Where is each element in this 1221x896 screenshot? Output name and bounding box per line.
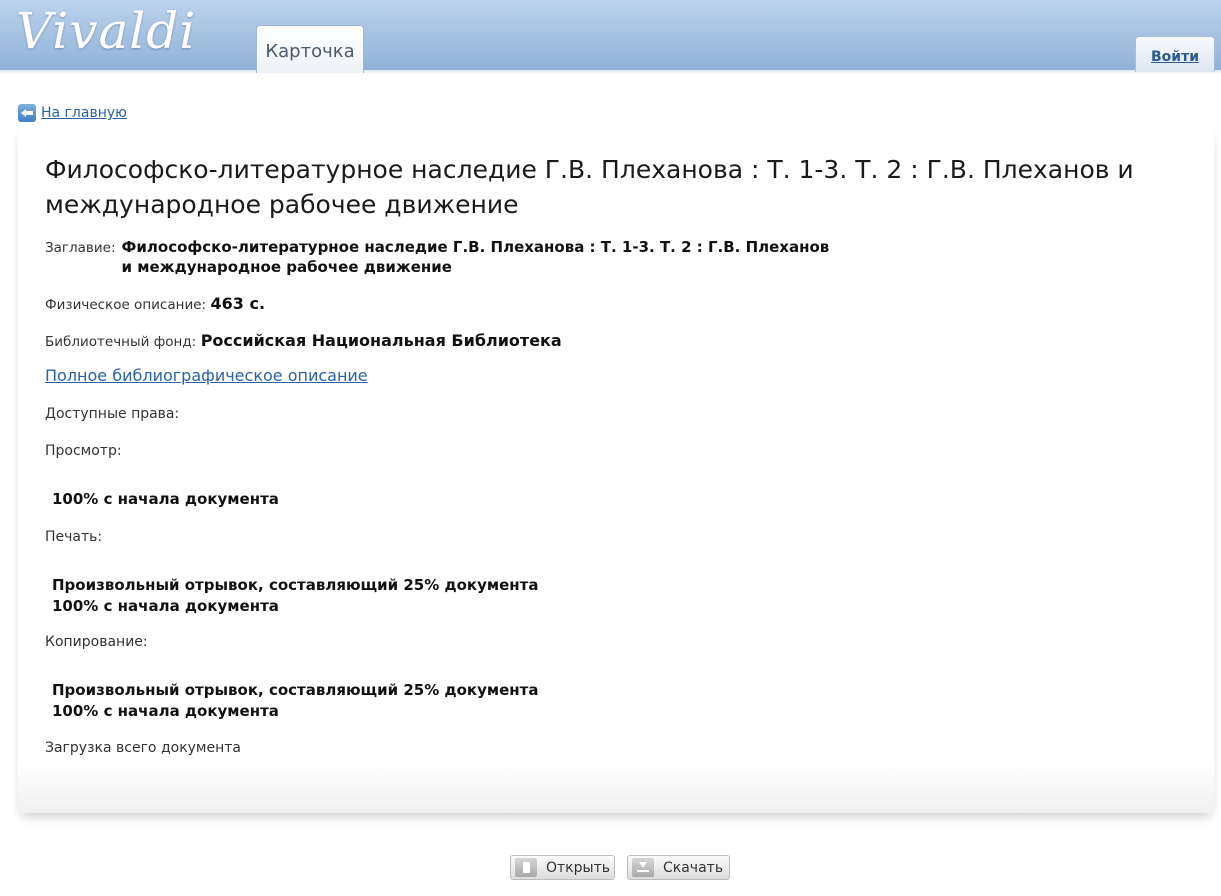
field-physical-value: 463 с.	[210, 294, 266, 313]
field-fund-value: Российская Национальная Библиотека	[200, 331, 562, 350]
rights-copy-item: Произвольный отрывок, составляющий 25% д…	[52, 681, 539, 699]
vivaldi-logo[interactable]: Vivaldi	[16, 2, 196, 60]
page-title: Философско-литературное наследие Г.В. Пл…	[45, 155, 1134, 219]
full-description-link[interactable]: Полное библиографическое описание	[45, 366, 368, 385]
rights-heading: Доступные права:	[45, 406, 180, 422]
panel-shadow	[18, 763, 1214, 813]
rights-print-item: Произвольный отрывок, составляющий 25% д…	[52, 576, 539, 594]
field-title-value-line2: и международное рабочее движение	[121, 258, 452, 276]
rights-view-item: 100% с начала документа	[52, 490, 279, 508]
rights-view-label: Просмотр:	[45, 443, 122, 459]
field-title-value-line1: Философско-литературное наследие Г.В. Пл…	[121, 238, 830, 256]
rights-download-label: Загрузка всего документа	[45, 740, 241, 756]
download-button[interactable]: Скачать	[627, 855, 730, 880]
field-title-value: Философско-литературное наследие Г.В. Пл…	[122, 237, 842, 277]
login-button[interactable]: Войти	[1135, 36, 1215, 72]
back-arrow-icon[interactable]	[18, 104, 36, 122]
back-to-home-link[interactable]: На главную	[41, 105, 127, 121]
rights-copy-item: 100% с начала документа	[52, 702, 279, 720]
open-button[interactable]: Открыть	[510, 855, 615, 880]
download-icon	[632, 858, 654, 877]
tab-card[interactable]: Карточка	[256, 25, 364, 73]
field-physical-label: Физическое описание:	[45, 297, 207, 313]
field-title: Заглавие: Философско-литературное наслед…	[45, 237, 842, 277]
field-physical: Физическое описание: 463 с.	[45, 294, 265, 313]
record-card-panel: Философско-литературное наследие Г.В. Пл…	[18, 128, 1214, 813]
rights-copy-label: Копирование:	[45, 634, 148, 650]
field-fund: Библиотечный фонд: Российская Национальн…	[45, 331, 562, 350]
open-button-label: Открыть	[546, 859, 610, 876]
download-button-label: Скачать	[663, 859, 724, 876]
rights-print-label: Печать:	[45, 529, 103, 545]
back-to-home[interactable]: На главную	[18, 104, 127, 122]
rights-print-item: 100% с начала документа	[52, 597, 279, 615]
field-title-label: Заглавие:	[45, 240, 116, 256]
open-document-icon	[515, 858, 537, 877]
header-divider	[0, 70, 1221, 74]
field-fund-label: Библиотечный фонд:	[45, 334, 197, 350]
